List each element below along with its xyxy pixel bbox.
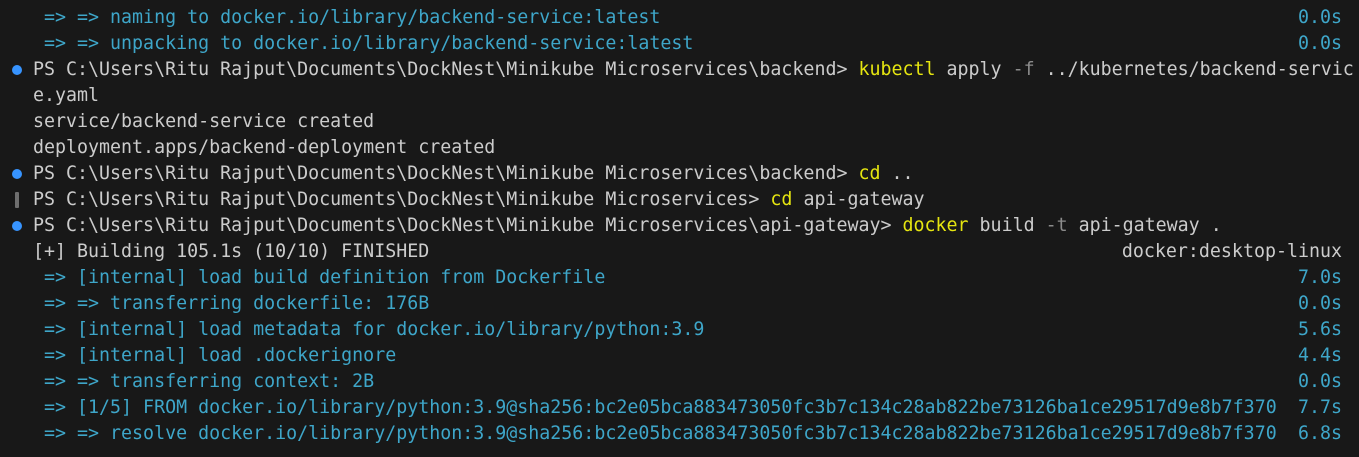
line-text: deployment.apps/backend-deployment creat… bbox=[33, 135, 495, 161]
terminal-line: service/backend-service created bbox=[0, 109, 1359, 135]
command-flag: -f bbox=[1012, 59, 1035, 80]
build-step-text: => [1/5] FROM docker.io/library/python:3… bbox=[33, 397, 1277, 418]
step-duration: 0.0s bbox=[1297, 293, 1342, 314]
build-step-text: => [internal] load .dockerignore bbox=[33, 345, 397, 366]
terminal-line: => [internal] load .dockerignore 4.4s bbox=[0, 343, 1359, 369]
docker-context-label: docker:desktop-linux bbox=[1121, 241, 1342, 262]
command-argument: api-gateway bbox=[792, 189, 925, 210]
step-duration: 0.0s bbox=[1297, 371, 1342, 392]
build-step-text: => => resolve docker.io/library/python:3… bbox=[33, 423, 1277, 444]
build-step-text: => => unpacking to docker.io/library/bac… bbox=[33, 33, 694, 54]
terminal-line: e.yaml bbox=[0, 83, 1359, 109]
line-text: => => naming to docker.io/library/backen… bbox=[33, 5, 660, 31]
command-output: service/backend-service created bbox=[33, 111, 375, 132]
prompt-path: PS C:\Users\Ritu Rajput\Documents\DockNe… bbox=[33, 163, 859, 184]
command-argument: build bbox=[968, 215, 1046, 236]
build-step-text: => => transferring context: 2B bbox=[33, 371, 375, 392]
command-name: cd bbox=[858, 163, 881, 184]
step-duration: 5.6s bbox=[1297, 319, 1342, 340]
command-argument: ../kubernetes/backend-servic bbox=[1034, 59, 1354, 80]
command-marker-icon[interactable] bbox=[15, 192, 19, 208]
command-output: e.yaml bbox=[33, 85, 100, 106]
line-text: => [internal] load .dockerignore bbox=[33, 343, 396, 369]
terminal-line: => => transferring dockerfile: 176B 0.0s bbox=[0, 291, 1359, 317]
line-text: PS C:\Users\Ritu Rajput\Documents\DockNe… bbox=[33, 57, 1354, 83]
terminal-line: => => transferring context: 2B 0.0s bbox=[0, 369, 1359, 395]
line-text: => [internal] load build definition from… bbox=[33, 265, 605, 291]
line-text: PS C:\Users\Ritu Rajput\Documents\DockNe… bbox=[33, 187, 925, 213]
line-text: => => resolve docker.io/library/python:3… bbox=[33, 421, 1277, 447]
terminal-line: PS C:\Users\Ritu Rajput\Documents\DockNe… bbox=[0, 187, 1359, 213]
build-step-text: => [internal] load metadata for docker.i… bbox=[33, 319, 705, 340]
command-name: docker bbox=[902, 215, 969, 236]
terminal-line: => => naming to docker.io/library/backen… bbox=[0, 5, 1359, 31]
line-text: => => transferring context: 2B bbox=[33, 369, 374, 395]
terminal-line: => [internal] load build definition from… bbox=[0, 265, 1359, 291]
prompt-path: PS C:\Users\Ritu Rajput\Documents\DockNe… bbox=[33, 189, 771, 210]
terminal-line: => [internal] load metadata for docker.i… bbox=[0, 317, 1359, 343]
line-text: [+] Building 105.1s (10/10) FINISHED bbox=[33, 239, 429, 265]
terminal-line: => => unpacking to docker.io/library/bac… bbox=[0, 31, 1359, 57]
step-duration: 4.4s bbox=[1297, 345, 1342, 366]
line-text: => => transferring dockerfile: 176B bbox=[33, 291, 429, 317]
command-output: deployment.apps/backend-deployment creat… bbox=[33, 137, 496, 158]
command-status-dot-icon[interactable] bbox=[12, 65, 22, 75]
terminal-line: [+] Building 105.1s (10/10) FINISHED dock… bbox=[0, 239, 1359, 265]
line-text: => => unpacking to docker.io/library/bac… bbox=[33, 31, 693, 57]
command-status-dot-icon[interactable] bbox=[12, 221, 22, 231]
command-name: cd bbox=[770, 189, 793, 210]
command-name: kubectl bbox=[858, 59, 936, 80]
terminal-line: deployment.apps/backend-deployment creat… bbox=[0, 135, 1359, 161]
build-summary: [+] Building 105.1s (10/10) FINISHED bbox=[33, 241, 430, 262]
step-duration: 7.7s bbox=[1297, 397, 1342, 418]
terminal-line: => => resolve docker.io/library/python:3… bbox=[0, 421, 1359, 447]
terminal-line: => [1/5] FROM docker.io/library/python:3… bbox=[0, 395, 1359, 421]
terminal-panel[interactable]: => => naming to docker.io/library/backen… bbox=[0, 0, 1359, 457]
line-text: service/backend-service created bbox=[33, 109, 374, 135]
build-step-text: => => transferring dockerfile: 176B bbox=[33, 293, 430, 314]
step-duration: 0.0s bbox=[1297, 7, 1342, 28]
build-step-text: => => naming to docker.io/library/backen… bbox=[33, 7, 661, 28]
command-argument: .. bbox=[880, 163, 914, 184]
step-duration: 6.8s bbox=[1297, 423, 1342, 444]
line-text: => [1/5] FROM docker.io/library/python:3… bbox=[33, 395, 1277, 421]
step-duration: 0.0s bbox=[1297, 33, 1342, 54]
line-text: PS C:\Users\Ritu Rajput\Documents\DockNe… bbox=[33, 161, 914, 187]
prompt-path: PS C:\Users\Ritu Rajput\Documents\DockNe… bbox=[33, 215, 903, 236]
terminal-line: PS C:\Users\Ritu Rajput\Documents\DockNe… bbox=[0, 57, 1359, 83]
command-status-dot-icon[interactable] bbox=[12, 169, 22, 179]
command-argument: api-gateway . bbox=[1067, 215, 1222, 236]
terminal-line: PS C:\Users\Ritu Rajput\Documents\DockNe… bbox=[0, 213, 1359, 239]
prompt-path: PS C:\Users\Ritu Rajput\Documents\DockNe… bbox=[33, 59, 859, 80]
step-duration: 7.0s bbox=[1297, 267, 1342, 288]
command-argument: apply bbox=[935, 59, 1013, 80]
command-flag: -t bbox=[1045, 215, 1068, 236]
terminal-line: PS C:\Users\Ritu Rajput\Documents\DockNe… bbox=[0, 161, 1359, 187]
build-step-text: => [internal] load build definition from… bbox=[33, 267, 606, 288]
line-text: PS C:\Users\Ritu Rajput\Documents\DockNe… bbox=[33, 213, 1222, 239]
line-text: => [internal] load metadata for docker.i… bbox=[33, 317, 704, 343]
line-text: e.yaml bbox=[33, 83, 99, 109]
